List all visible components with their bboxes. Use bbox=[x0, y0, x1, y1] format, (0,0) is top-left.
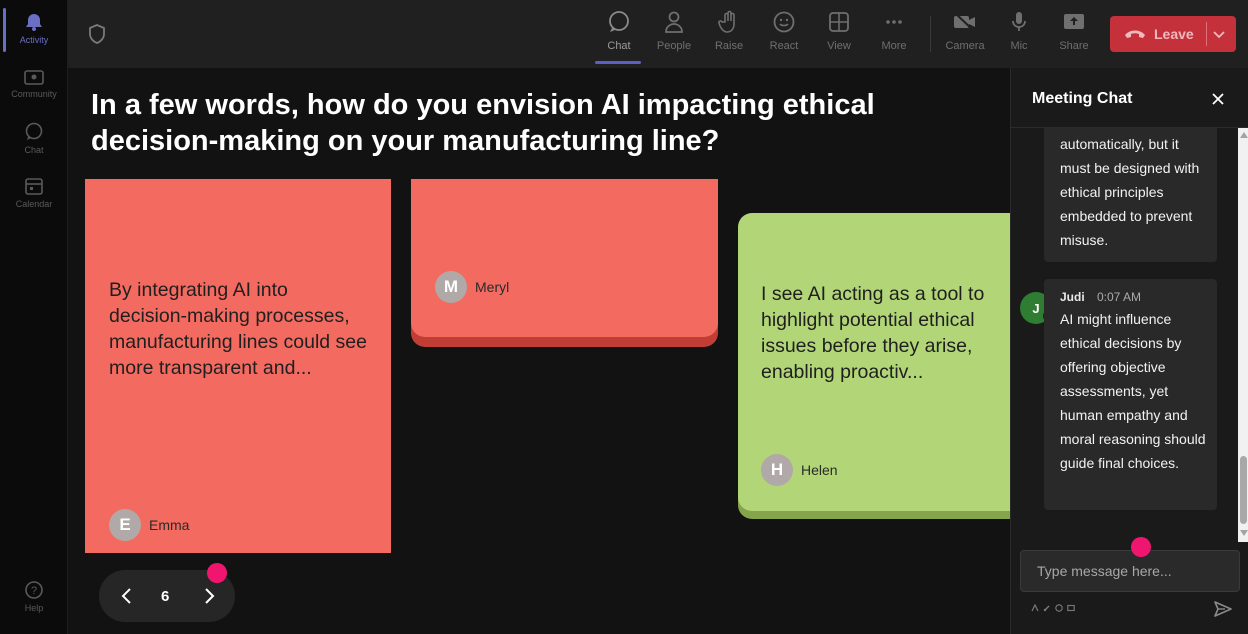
rail-item-activity[interactable]: Activity bbox=[0, 8, 68, 52]
card-author: H Helen bbox=[761, 454, 838, 486]
mic-button[interactable]: Mic bbox=[993, 10, 1045, 52]
card-author: M Meryl bbox=[435, 271, 509, 303]
gif-icon[interactable] bbox=[1067, 604, 1075, 612]
scroll-thumb[interactable] bbox=[1240, 456, 1247, 524]
author-name: Helen bbox=[801, 462, 838, 478]
page-number: 6 bbox=[161, 588, 170, 605]
share-button[interactable]: Share bbox=[1048, 10, 1100, 52]
camera-off-icon bbox=[954, 12, 975, 32]
scroll-up-arrow[interactable] bbox=[1240, 132, 1248, 138]
raise-label: Raise bbox=[714, 40, 744, 52]
emoji-icon[interactable] bbox=[1055, 604, 1063, 612]
message-text: automatically, but it must be designed w… bbox=[1060, 136, 1200, 248]
response-card[interactable]: By integrating AI into decision-making p… bbox=[85, 179, 391, 553]
left-rail: Activity Community Chat Calendar ? Help bbox=[0, 0, 68, 634]
smiley-icon bbox=[773, 11, 795, 33]
calendar-icon bbox=[25, 178, 43, 195]
format-icon[interactable] bbox=[1031, 604, 1039, 612]
avatar: E bbox=[109, 509, 141, 541]
share-icon bbox=[1064, 14, 1084, 29]
card-text: By integrating AI into decision-making p… bbox=[109, 279, 367, 379]
rail-item-help[interactable]: ? Help bbox=[0, 580, 68, 613]
attach-icon[interactable] bbox=[1043, 604, 1051, 612]
presentation-stage: In a few words, how do you envision AI i… bbox=[68, 68, 1010, 634]
avatar: H bbox=[761, 454, 793, 486]
mic-label: Mic bbox=[1010, 40, 1028, 52]
react-button[interactable]: React bbox=[758, 10, 810, 52]
mic-icon bbox=[1012, 12, 1026, 31]
message-sender: Judi bbox=[1060, 290, 1085, 304]
chat-button[interactable]: Chat bbox=[593, 10, 645, 64]
leave-label: Leave bbox=[1154, 26, 1194, 42]
camera-button[interactable]: Camera bbox=[939, 10, 991, 52]
help-icon: ? bbox=[25, 581, 43, 599]
rail-label: Help bbox=[24, 603, 44, 613]
send-icon[interactable] bbox=[1213, 600, 1233, 618]
rail-item-chat[interactable]: Chat bbox=[0, 122, 68, 155]
chat-messages[interactable]: automatically, but it must be designed w… bbox=[1011, 128, 1248, 542]
chat-title: Meeting Chat bbox=[1032, 90, 1133, 107]
svg-text:?: ? bbox=[31, 585, 37, 597]
meeting-toolbar: Chat People Raise React View More Camera… bbox=[68, 0, 1248, 68]
rail-item-community[interactable]: Community bbox=[0, 68, 68, 99]
rail-label: Activity bbox=[19, 35, 49, 45]
scroll-down-arrow[interactable] bbox=[1240, 530, 1248, 536]
chevron-left-icon[interactable] bbox=[119, 587, 135, 605]
author-name: Meryl bbox=[475, 279, 510, 295]
raise-hand-button[interactable]: Raise bbox=[703, 10, 755, 52]
chat-message: automatically, but it must be designed w… bbox=[1044, 128, 1217, 262]
close-icon[interactable] bbox=[1211, 92, 1225, 106]
cursor-indicator bbox=[1131, 537, 1151, 557]
meeting-chat-panel: Meeting Chat automatically, but it must … bbox=[1010, 68, 1248, 634]
toolbar-divider bbox=[930, 16, 931, 52]
people-label: People bbox=[656, 40, 692, 52]
view-button[interactable]: View bbox=[813, 10, 865, 52]
people-icon bbox=[665, 11, 683, 33]
hand-icon bbox=[718, 10, 735, 33]
camera-label: Camera bbox=[945, 40, 985, 52]
response-card[interactable]: I see AI acting as a tool to highlight p… bbox=[738, 213, 1010, 511]
message-input[interactable] bbox=[1020, 550, 1240, 592]
community-icon bbox=[24, 70, 44, 85]
shield-icon[interactable] bbox=[88, 24, 106, 44]
view-label: View bbox=[827, 40, 851, 52]
chat-icon bbox=[609, 11, 629, 32]
more-button[interactable]: More bbox=[868, 10, 920, 52]
format-toolbar bbox=[1031, 604, 1075, 612]
bell-icon bbox=[26, 14, 42, 31]
response-card[interactable]: M Meryl bbox=[411, 179, 718, 337]
rail-item-calendar[interactable]: Calendar bbox=[0, 176, 68, 209]
react-label: React bbox=[769, 40, 799, 52]
question-title: In a few words, how do you envision AI i… bbox=[91, 89, 875, 157]
chevron-right-icon[interactable] bbox=[201, 587, 217, 605]
message-text: AI might influence ethical decisions by … bbox=[1060, 311, 1206, 471]
chat-icon bbox=[25, 122, 43, 140]
chat-label: Chat bbox=[607, 40, 631, 52]
avatar: M bbox=[435, 271, 467, 303]
more-icon bbox=[886, 20, 902, 24]
cursor-indicator bbox=[207, 563, 227, 583]
grid-icon bbox=[829, 12, 849, 32]
people-button[interactable]: People bbox=[648, 10, 700, 52]
chevron-down-icon[interactable] bbox=[1212, 27, 1226, 41]
chat-header: Meeting Chat bbox=[1011, 68, 1248, 128]
card-text: I see AI acting as a tool to highlight p… bbox=[761, 283, 985, 383]
chat-scrollbar[interactable] bbox=[1238, 128, 1248, 542]
message-time: 0:07 AM bbox=[1097, 290, 1142, 304]
card-author: E Emma bbox=[109, 509, 189, 541]
share-label: Share bbox=[1059, 40, 1089, 52]
rail-label: Chat bbox=[24, 145, 44, 155]
phone-hangup-icon bbox=[1125, 30, 1145, 38]
leave-button[interactable]: Leave bbox=[1110, 16, 1236, 52]
chat-message: Judi 0:07 AM AI might influence ethical … bbox=[1044, 279, 1217, 510]
rail-label: Community bbox=[11, 89, 57, 99]
more-label: More bbox=[881, 40, 907, 52]
author-name: Emma bbox=[149, 517, 190, 533]
leave-divider bbox=[1206, 22, 1207, 46]
rail-label: Calendar bbox=[15, 199, 53, 209]
